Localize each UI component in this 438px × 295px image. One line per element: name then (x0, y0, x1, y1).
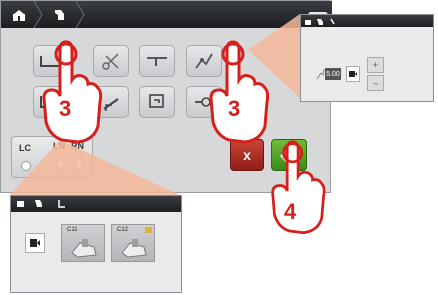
minus-button[interactable]: – (367, 75, 384, 91)
hand-pointer-icon (209, 40, 270, 144)
plus-button[interactable]: + (367, 57, 384, 73)
needle-position-inset: 5.00 + – (300, 14, 434, 102)
foot-tile-c12[interactable]: C12 (111, 224, 155, 262)
breadcrumb-icons (305, 18, 335, 25)
value-display: 5.00 (325, 68, 341, 80)
tile-label: C11 (67, 227, 78, 233)
camera-button[interactable] (25, 233, 45, 253)
tile-label: C12 (117, 227, 129, 233)
step-number: 4 (284, 199, 297, 224)
presser-foot-inset: C11 C12 (10, 195, 182, 293)
camera-icon (349, 71, 357, 77)
step-number: 3 (59, 96, 72, 121)
favorite-badge (145, 227, 152, 233)
presser-foot-image (121, 239, 147, 258)
camera-button[interactable] (346, 66, 360, 82)
camera-icon (30, 239, 40, 247)
step-number: 3 (228, 96, 241, 121)
hand-pointer-icon (271, 140, 326, 235)
breadcrumb-icons (17, 200, 65, 208)
needle-icon (315, 67, 325, 86)
hand-pointer-icon (42, 40, 103, 144)
foot-tile-c11[interactable]: C11 (61, 224, 105, 262)
presser-foot-image (71, 239, 97, 258)
inset-bottom-topbar (11, 196, 181, 212)
inset-right-topbar (301, 15, 433, 27)
